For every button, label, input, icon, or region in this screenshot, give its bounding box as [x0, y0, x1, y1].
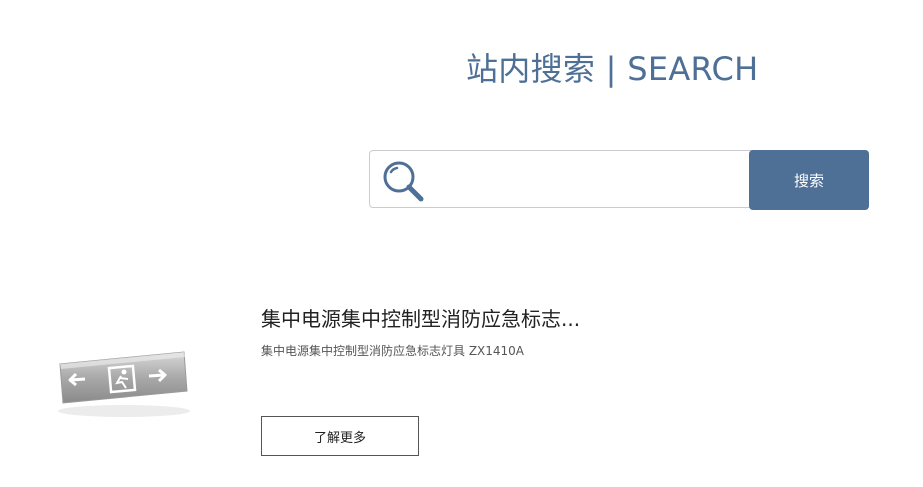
search-input[interactable]: [434, 151, 748, 209]
learn-more-button[interactable]: 了解更多: [261, 416, 419, 456]
result-title[interactable]: 集中电源集中控制型消防应急标志...: [261, 304, 580, 334]
page-title: 站内搜索 | SEARCH: [466, 50, 759, 88]
exit-sign-image[interactable]: [52, 345, 197, 423]
result-description: 集中电源集中控制型消防应急标志灯具 ZX1410A: [261, 344, 525, 358]
search-button[interactable]: 搜索: [749, 150, 869, 210]
search-icon: [383, 161, 424, 202]
